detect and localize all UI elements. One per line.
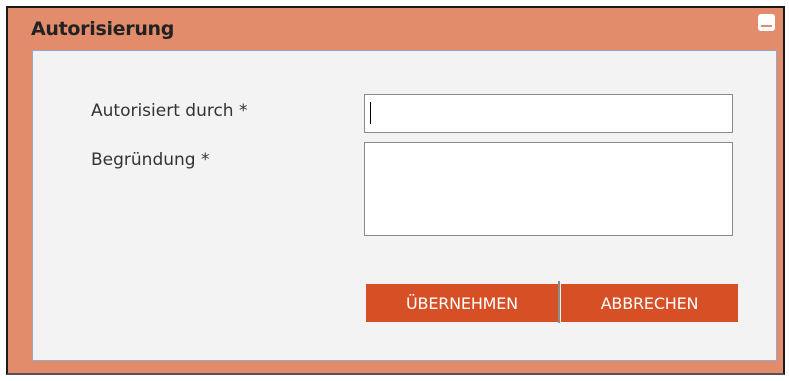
authorized-by-label: Autorisiert durch * [91,101,248,121]
text-cursor [370,102,371,124]
minimize-icon[interactable] [758,14,775,31]
cancel-button[interactable]: ABBRECHEN [561,284,738,322]
button-divider [558,281,560,323]
dialog-content: Autorisiert durch * Begründung * ÜBERNEH… [32,50,777,361]
dialog-title: Autorisierung [31,18,175,40]
authorized-by-input[interactable] [364,94,733,133]
authorization-dialog: Autorisierung Autorisiert durch * Begrün… [6,6,785,375]
apply-button[interactable]: ÜBERNEHMEN [366,284,558,322]
reason-textarea[interactable] [364,142,733,236]
reason-label: Begründung * [91,150,210,170]
